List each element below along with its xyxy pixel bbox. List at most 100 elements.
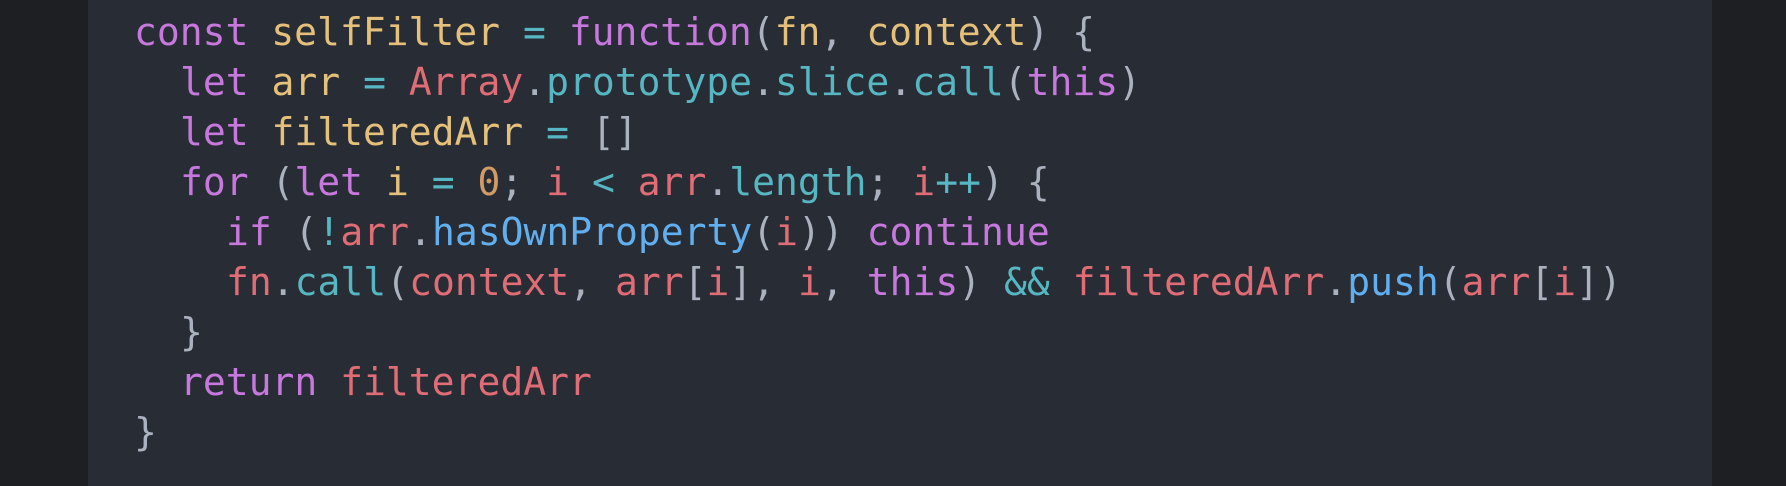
code-token: } [134, 410, 157, 454]
code-token: hasOwnProperty [431, 210, 753, 254]
code-token: if [226, 210, 272, 254]
code-token: ( [1438, 260, 1462, 304]
code-token: let [180, 110, 249, 154]
code-token: i [706, 260, 730, 304]
code-token: context [409, 260, 570, 304]
code-token: ++ [935, 160, 981, 204]
code-token: = [546, 110, 569, 154]
code-token: , [820, 10, 867, 54]
code-token: [ [1530, 260, 1554, 304]
code-token: i [385, 160, 409, 204]
code-token: fn [774, 10, 821, 54]
code-token: arr [614, 260, 684, 304]
code-token: const [134, 10, 249, 54]
code-token: , [569, 260, 615, 304]
code-token: fn [226, 260, 272, 304]
code-token: ; [500, 160, 547, 204]
code-token: ]) [1576, 260, 1622, 304]
code-token: i [775, 210, 799, 254]
code-token: ( [751, 10, 775, 54]
code-token: i [546, 160, 570, 204]
code-token: = [522, 10, 546, 54]
code-line: const selfFilter = function(fn, context)… [134, 7, 1622, 57]
code-token: ) { [1026, 10, 1095, 54]
code-token: this [866, 260, 959, 304]
code-token: ( [271, 210, 318, 254]
code-token: i [798, 260, 821, 304]
code-line: return filteredArr [134, 357, 1622, 407]
code-token: && [1003, 260, 1050, 304]
code-token: , [820, 260, 867, 304]
code-line: let arr = Array.prototype.slice.call(thi… [134, 57, 1622, 107]
code-token: ( [386, 260, 410, 304]
code-token: function [568, 10, 752, 54]
code-token: . [409, 210, 432, 254]
code-token: slice [774, 60, 890, 104]
code-token: . [706, 160, 730, 204]
code-token: )) [798, 210, 867, 254]
code-editor-panel: const selfFilter = function(fn, context)… [88, 0, 1712, 486]
code-token: i [1553, 260, 1577, 304]
code-token: . [1324, 260, 1348, 304]
code-token: arr [271, 60, 341, 104]
code-token: ) { [980, 160, 1050, 204]
code-token: < [591, 160, 615, 204]
code-token: return [180, 360, 318, 404]
code-token: = [363, 60, 386, 104]
code-token: = [431, 160, 455, 204]
code-token: continue [866, 210, 1050, 254]
code-token: arr [340, 210, 410, 254]
code-token: for [180, 160, 249, 204]
code-token: [ [683, 260, 707, 304]
code-token: context [866, 10, 1027, 54]
code-token: ; [866, 160, 913, 204]
code-line: } [134, 307, 1622, 357]
code-token: Array [408, 60, 524, 104]
code-token: . [889, 60, 913, 104]
code-token: let [180, 60, 249, 104]
code-token: ], [729, 260, 799, 304]
code-token: . [752, 60, 775, 104]
code-line: fn.call(context, arr[i], i, this) && fil… [134, 257, 1622, 307]
code-token: ) [958, 260, 1004, 304]
code-token: length [729, 160, 867, 204]
code-token: ( [1003, 60, 1027, 104]
code-token: this [1026, 60, 1119, 104]
code-token: let [294, 160, 364, 204]
code-token: i [912, 160, 936, 204]
code-line: let filteredArr = [] [134, 107, 1622, 157]
code-token: filteredArr [271, 110, 524, 154]
code-token: selfFilter [271, 10, 501, 54]
code-line: for (let i = 0; i < arr.length; i++) { [134, 157, 1622, 207]
code-token: } [180, 310, 203, 354]
code-token: ! [317, 210, 341, 254]
code-token: arr [637, 160, 707, 204]
code-block: const selfFilter = function(fn, context)… [134, 7, 1622, 457]
code-token: call [912, 60, 1004, 104]
code-token: ) [1118, 60, 1142, 104]
code-token: . [271, 260, 295, 304]
code-token: filteredArr [1072, 260, 1325, 304]
code-token: . [523, 60, 547, 104]
code-token: push [1347, 260, 1439, 304]
code-token: [] [591, 110, 638, 154]
code-token: filteredArr [340, 360, 592, 404]
code-token: ( [248, 160, 295, 204]
code-line: if (!arr.hasOwnProperty(i)) continue [134, 207, 1622, 257]
